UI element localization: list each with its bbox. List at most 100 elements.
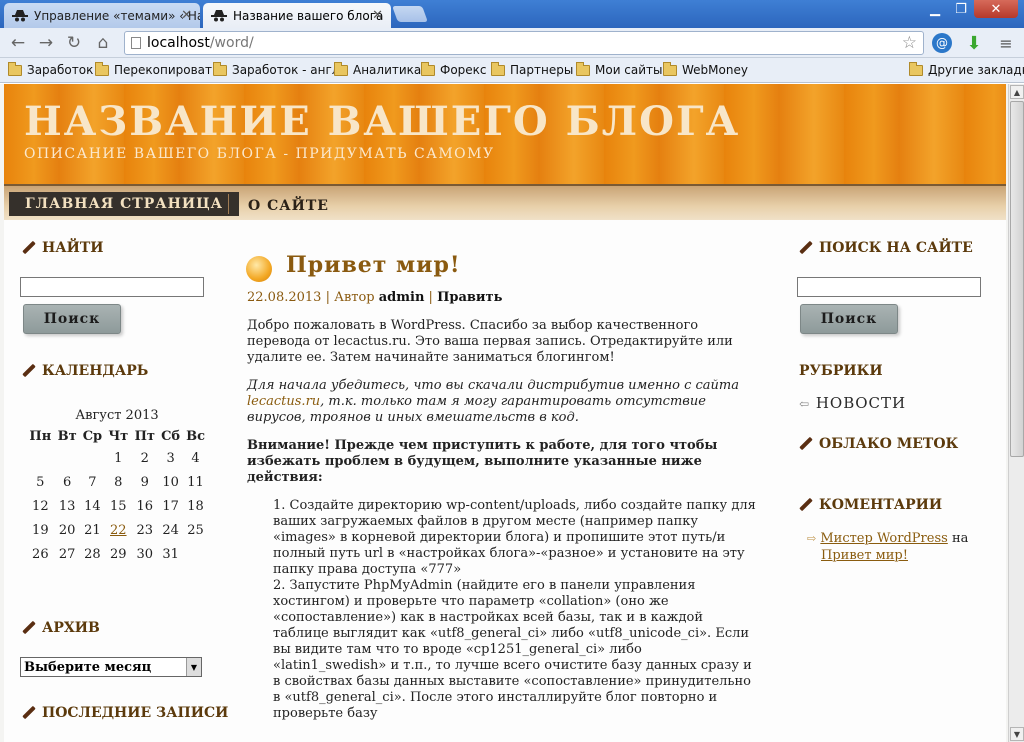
calendar-day-header: Пн [29,429,52,444]
calendar-day: 15 [110,498,127,514]
bookmark-folder[interactable]: Партнеры [491,61,573,77]
page-icon [131,37,141,49]
calendar-day-header: Сб [161,429,181,444]
bookmarks-bar: Заработок Перекопировать Заработок - анг… [0,58,1024,83]
scroll-up-icon[interactable]: ▲ [1010,85,1024,99]
calendar-day: 11 [187,474,204,490]
calendar-day: 2 [140,450,149,466]
bookmark-star-icon[interactable]: ☆ [902,33,917,53]
folder-icon [663,61,677,76]
post-meta: 22.08.2013 | Автор admin | Править [247,290,503,305]
new-tab-button[interactable] [392,6,428,22]
calendar-day: 9 [140,474,149,490]
calendar-day: 21 [84,522,101,538]
window-controls: ▁ ❐ ✕ [922,0,1018,18]
maximize-icon[interactable]: ❐ [948,0,974,18]
bookmark-folder[interactable]: Мои сайты [576,61,663,77]
page-scrollbar[interactable]: ▲ ▼ [1008,84,1024,742]
calendar-day [26,446,55,470]
close-tab-icon[interactable]: ✕ [181,8,192,23]
browser-tab-bar: Управление «темами» ‹ Наз ✕ Название ваш… [0,0,1024,28]
forward-arrow-icon[interactable]: → [36,33,56,53]
close-tab-icon[interactable]: ✕ [372,8,383,23]
site-search-widget-title: ПОИСК НА САЙТЕ [799,240,973,256]
nav-about-link[interactable]: О САЙТЕ [248,198,329,214]
site-search-input[interactable] [797,277,981,297]
calendar-widget-title: КАЛЕНДАРЬ [22,363,148,379]
calendar-day: 10 [162,474,179,490]
spy-favicon-icon [12,9,28,23]
archive-widget-title: АРХИВ [22,620,100,636]
calendar-day: 31 [162,546,179,562]
bookmark-folder[interactable]: Перекопировать [95,61,219,77]
author-label: Автор [334,290,375,305]
post-author[interactable]: admin [379,290,425,305]
comment-author-link[interactable]: Мистер WordPress [820,531,947,546]
url-host: localhost [147,35,210,51]
calendar-day[interactable]: 22 [105,518,131,542]
nav-home-link[interactable]: ГЛАВНАЯ СТРАНИЦА [9,192,240,216]
tab-manage-themes[interactable]: Управление «темами» ‹ Наз ✕ [4,3,200,28]
folder-icon [491,61,505,76]
post-paragraph-italic: Для начала убедитесь, что вы скачали дис… [247,378,740,425]
dropdown-arrow-icon[interactable]: ▼ [186,658,201,676]
site-search-button[interactable]: Поиск [800,304,898,334]
search-button[interactable]: Поиск [23,304,121,334]
calendar-day: 30 [136,546,153,562]
folder-icon [334,61,348,76]
calendar-week: 19 20 21 22 23 24 25 [26,518,208,542]
calendar-day: 3 [166,450,175,466]
minimize-icon[interactable]: ▁ [922,0,948,18]
post-bullet-icon [246,256,272,282]
address-bar[interactable]: localhost/word/ ☆ [124,31,924,55]
search-input[interactable] [20,277,204,297]
tab-title: Название вашего блога [233,8,384,23]
extension-icon[interactable]: @ [932,33,952,53]
calendar-day: 14 [84,498,101,514]
bookmark-folder[interactable]: Заработок [8,61,93,77]
arrow-bullet-icon: ⇨ [807,532,817,545]
main-navigation: ГЛАВНАЯ СТРАНИЦА О САЙТЕ [4,184,1006,220]
calendar-day: 20 [58,522,76,538]
other-bookmarks[interactable]: Другие закладки [909,61,1024,77]
pencil-icon [799,437,813,451]
download-icon[interactable]: ⬇ [964,33,984,54]
recent-posts-widget-title: ПОСЛЕДНИЕ ЗАПИСИ [22,705,228,721]
scrollbar-thumb[interactable] [1010,101,1024,457]
bookmark-folder[interactable]: Аналитика [334,61,421,77]
category-item[interactable]: ⇦ НОВОСТИ [799,394,906,412]
comment-post-link[interactable]: Привет мир! [807,548,908,563]
bookmark-folder[interactable]: WebMoney [663,61,748,77]
calendar-day: 5 [36,474,45,490]
spy-favicon-icon [211,9,227,23]
calendar-day: 8 [114,474,123,490]
reload-icon[interactable]: ↻ [64,33,84,53]
edit-link[interactable]: Править [437,290,502,305]
folder-icon [909,61,923,76]
calendar-week: 5 6 7 8 9 10 11 [26,470,208,494]
calendar-day: 1 [114,450,123,466]
back-arrow-icon[interactable]: ← [8,33,28,53]
lecactus-link[interactable]: lecactus.ru [247,394,320,409]
wrench-menu-icon[interactable]: ≡ [996,33,1016,53]
archive-month-select[interactable]: Выберите месяц ▼ [20,657,202,677]
bookmark-folder[interactable]: Форекс [421,61,487,77]
home-icon[interactable]: ⌂ [93,33,113,53]
scroll-down-icon[interactable]: ▼ [1010,727,1024,741]
pencil-icon [22,706,36,720]
calendar-day [183,542,208,566]
blog-title[interactable]: НАЗВАНИЕ ВАШЕГО БЛОГА [24,98,740,145]
post-title[interactable]: Привет мир! [286,252,461,278]
calendar-day: 25 [187,522,204,538]
blog-header: НАЗВАНИЕ ВАШЕГО БЛОГА ОПИСАНИЕ ВАШЕГО БЛ… [4,84,1006,184]
close-window-icon[interactable]: ✕ [974,0,1018,18]
calendar-day: 12 [32,498,49,514]
calendar-day: 27 [58,546,76,562]
bookmark-folder[interactable]: Заработок - англ [213,61,339,77]
calendar-week: 26 27 28 29 30 31 [26,542,208,566]
tab-blog-name[interactable]: Название вашего блога ✕ [203,3,391,28]
folder-icon [576,61,590,76]
arrow-bullet-icon: ⇦ [799,397,811,411]
post-body: Добро пожаловать в WordPress. Спасибо за… [247,318,757,722]
nav-divider [228,194,229,214]
